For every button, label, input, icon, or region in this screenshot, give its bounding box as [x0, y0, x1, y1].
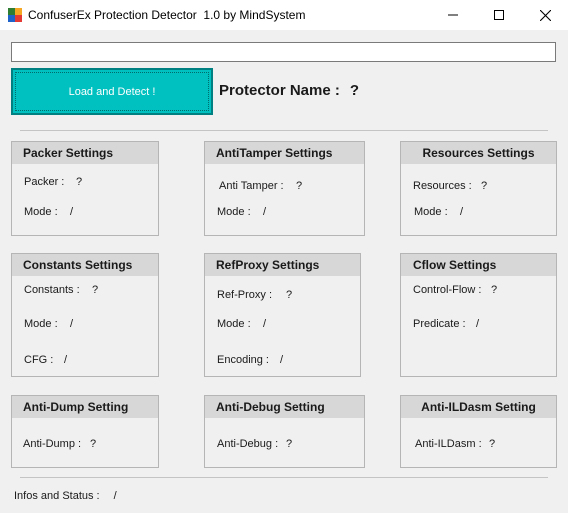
group-title: RefProxy Settings [205, 254, 360, 276]
protector-name-value: ? [349, 82, 360, 99]
refproxy-mode-field: Mode : / [217, 318, 266, 330]
title-bar: ConfuserEx Protection Detector 1.0 by Mi… [0, 0, 568, 30]
group-title: Anti-ILDasm Setting [401, 396, 556, 418]
constants-mode-field: Mode : / [24, 318, 73, 330]
field-label: Resources : [413, 180, 472, 192]
field-value: / [70, 318, 74, 330]
close-button[interactable] [522, 0, 568, 30]
resources-settings-group: Resources Settings Resources :? Mode : / [400, 141, 557, 236]
divider [20, 477, 548, 478]
antitamper-settings-group: AntiTamper Settings Anti Tamper :? Mode … [204, 141, 365, 236]
group-title: Constants Settings [12, 254, 158, 276]
maximize-icon [494, 10, 504, 20]
field-value: ? [76, 176, 83, 188]
field-value: ? [296, 180, 303, 192]
packer-field: Packer :? [24, 176, 82, 188]
antitamper-field: Anti Tamper :? [219, 180, 302, 192]
cflow-predicate-field: Predicate : / [413, 318, 479, 330]
refproxy-settings-group: RefProxy Settings Ref-Proxy :? Mode : / E… [204, 253, 361, 377]
group-title: Anti-Dump Setting [12, 396, 158, 418]
group-title: Resources Settings [401, 142, 556, 164]
antidebug-setting-group: Anti-Debug Setting Anti-Debug :? [204, 395, 365, 468]
constants-cfg-field: CFG : / [24, 354, 67, 366]
field-value: ? [92, 284, 99, 296]
field-label: CFG : [24, 354, 54, 366]
packer-mode-field: Mode : / [24, 206, 73, 218]
constants-field: Constants :? [24, 284, 98, 296]
field-value: / [70, 206, 74, 218]
antidump-setting-group: Anti-Dump Setting Anti-Dump :? [11, 395, 159, 468]
protector-name: Protector Name :? [219, 82, 359, 99]
constants-settings-group: Constants Settings Constants :? Mode : / … [11, 253, 159, 377]
load-and-detect-button[interactable]: Load and Detect ! [11, 68, 213, 115]
window-title: ConfuserEx Protection Detector 1.0 by Mi… [28, 8, 306, 22]
antiildasm-setting-group: Anti-ILDasm Setting Anti-ILDasm :? [400, 395, 557, 468]
field-label: Encoding : [217, 354, 269, 366]
maximize-button[interactable] [476, 0, 522, 30]
field-label: Control-Flow : [413, 284, 482, 296]
field-label: Mode : [217, 206, 251, 218]
field-label: Ref-Proxy : [217, 289, 273, 301]
field-label: Anti-Dump : [23, 438, 82, 450]
field-label: Constants : [24, 284, 80, 296]
resources-mode-field: Mode : / [414, 206, 463, 218]
group-title: AntiTamper Settings [205, 142, 364, 164]
antidebug-field: Anti-Debug :? [217, 438, 292, 450]
protector-name-label: Protector Name : [219, 82, 340, 99]
field-label: Packer : [24, 176, 65, 188]
status-line: Infos and Status : / [14, 490, 117, 502]
field-label: Anti Tamper : [219, 180, 284, 192]
group-title: Anti-Debug Setting [205, 396, 364, 418]
field-label: Mode : [414, 206, 448, 218]
field-value: / [476, 318, 480, 330]
antidump-field: Anti-Dump :? [23, 438, 96, 450]
field-value: ? [481, 180, 488, 192]
packer-settings-group: Packer Settings Packer :? Mode : / [11, 141, 159, 236]
group-title: Cflow Settings [401, 254, 556, 276]
field-value: / [263, 318, 267, 330]
field-label: Predicate : [413, 318, 466, 330]
field-label: Mode : [24, 206, 58, 218]
file-path-input[interactable] [11, 42, 556, 62]
refproxy-encoding-field: Encoding : / [217, 354, 283, 366]
status-value: / [113, 490, 117, 502]
field-label: Anti-Debug : [217, 438, 279, 450]
field-label: Anti-ILDasm : [415, 438, 482, 450]
field-label: Mode : [217, 318, 251, 330]
cflow-field: Control-Flow :? [413, 284, 497, 296]
field-value: ? [286, 438, 293, 450]
field-value: / [460, 206, 464, 218]
minimize-icon [448, 14, 458, 16]
field-value: ? [90, 438, 97, 450]
divider [20, 130, 548, 131]
group-title: Packer Settings [12, 142, 158, 164]
antitamper-mode-field: Mode : / [217, 206, 266, 218]
app-logo-icon [8, 8, 23, 23]
field-value: / [280, 354, 284, 366]
status-label: Infos and Status : [14, 490, 100, 502]
refproxy-field: Ref-Proxy :? [217, 289, 292, 301]
field-label: Mode : [24, 318, 58, 330]
cflow-settings-group: Cflow Settings Control-Flow :? Predicate… [400, 253, 557, 377]
close-icon [539, 9, 551, 21]
antiildasm-field: Anti-ILDasm :? [415, 438, 495, 450]
resources-field: Resources :? [413, 180, 487, 192]
field-value: ? [489, 438, 496, 450]
minimize-button[interactable] [430, 0, 476, 30]
field-value: ? [491, 284, 498, 296]
field-value: / [64, 354, 68, 366]
field-value: ? [286, 289, 293, 301]
field-value: / [263, 206, 267, 218]
